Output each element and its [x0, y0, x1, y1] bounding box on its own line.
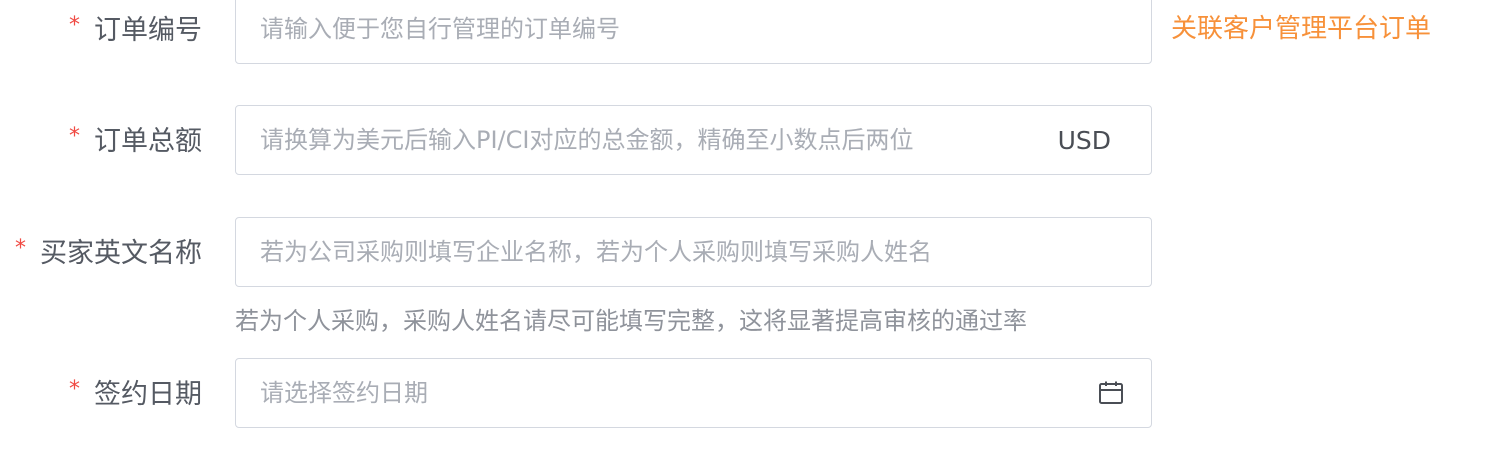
- order-number-label-text: 订单编号: [94, 15, 202, 46]
- buyer-name-hint: 若为个人采购，采购人姓名请尽可能填写完整，这将显著提高审核的通过率: [235, 307, 1027, 335]
- sign-date-field[interactable]: [235, 358, 1152, 428]
- buyer-name-label-text: 买家英文名称: [40, 238, 202, 269]
- required-mark: *: [15, 236, 26, 261]
- buyer-name-label: * 买家英文名称: [15, 231, 202, 270]
- sign-date-label: * 签约日期: [69, 372, 202, 411]
- order-total-label: * 订单总额: [69, 119, 202, 158]
- link-customer-platform-order[interactable]: 关联客户管理平台订单: [1171, 8, 1431, 45]
- buyer-name-input[interactable]: [236, 218, 1151, 286]
- required-mark: *: [69, 124, 80, 149]
- buyer-name-field: [235, 217, 1152, 287]
- order-total-field: USD: [235, 105, 1152, 175]
- order-number-row: * 订单编号 关联客户管理平台订单: [0, 0, 1506, 74]
- order-number-label: * 订单编号: [69, 8, 202, 47]
- order-total-label-text: 订单总额: [94, 126, 202, 157]
- calendar-icon[interactable]: [1097, 379, 1125, 407]
- order-total-input[interactable]: [236, 106, 1058, 174]
- order-number-field: [235, 0, 1152, 64]
- required-mark: *: [69, 13, 80, 38]
- sign-date-row: * 签约日期: [0, 358, 1506, 438]
- currency-suffix: USD: [1057, 125, 1111, 155]
- sign-date-label-text: 签约日期: [94, 379, 202, 410]
- sign-date-input[interactable]: [236, 359, 1097, 427]
- required-mark: *: [69, 377, 80, 402]
- order-number-input[interactable]: [236, 0, 1151, 63]
- order-total-row: * 订单总额 USD: [0, 105, 1506, 185]
- buyer-name-row: * 买家英文名称 若为个人采购，采购人姓名请尽可能填写完整，这将显著提高审核的通…: [0, 217, 1506, 337]
